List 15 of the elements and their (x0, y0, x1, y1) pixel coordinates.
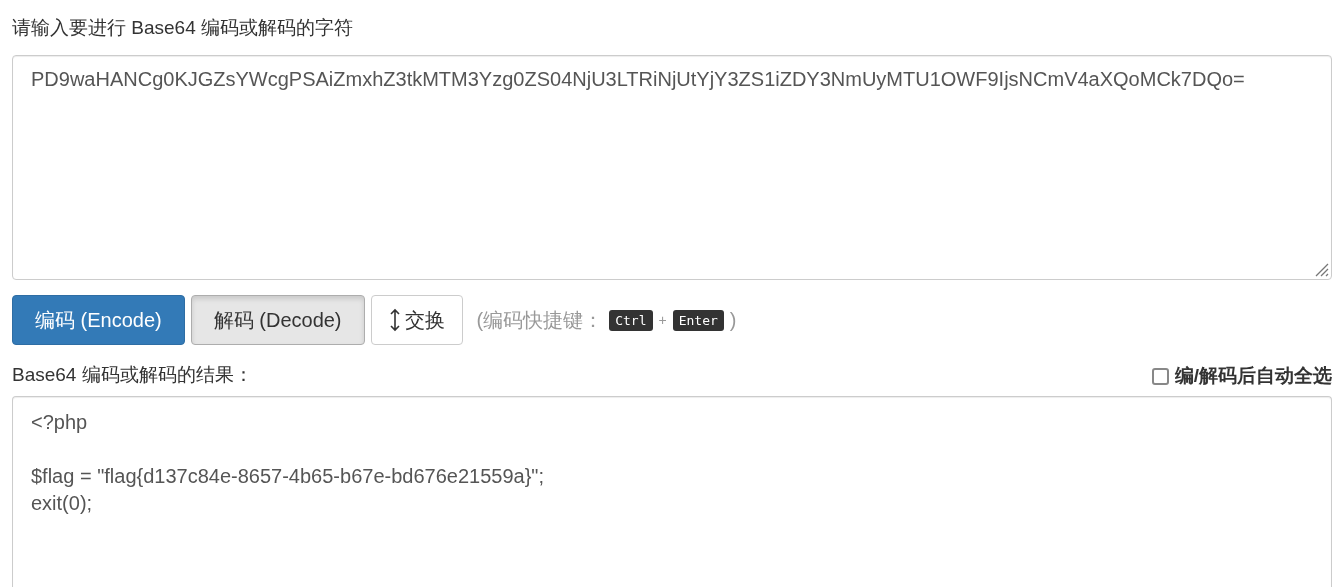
keyboard-key: Ctrl (609, 309, 653, 331)
output-label: Base64 编码或解码的结果： (12, 363, 253, 387)
plus-sign: + (658, 312, 667, 328)
auto-select-checkbox[interactable]: 编/解码后自动全选 (1151, 363, 1332, 389)
shortcut-hint: (编码快捷键： (476, 307, 604, 333)
closing-paren: ) (729, 308, 737, 332)
decode-button[interactable]: 解码 (Decode) (190, 295, 365, 345)
output-field[interactable]: <?php $flag = "flag{d137c84e-8657-4b65-b67e-bd676e21559a}"; exit(0); (12, 396, 1332, 587)
input-field[interactable]: PD9waHANCg0KJGZsYWcgPSAiZmxhZ3tkMTM3Yzg0ZS04NjU3LTRiNjUtYjY3ZS1iZDY3NmUyMTU1OWF9IjsNCmV4aXQoMCk7DQo= (12, 55, 1332, 280)
input-label: 请输入要进行 Base64 编码或解码的字符 (12, 16, 353, 40)
up-down-arrow-icon (388, 308, 401, 332)
swap-button[interactable]: 交换 (370, 295, 463, 345)
encode-button[interactable]: 编码 (Encode) (12, 295, 185, 345)
keyboard-key: Enter (672, 309, 724, 331)
checkbox-icon[interactable] (1151, 367, 1169, 385)
